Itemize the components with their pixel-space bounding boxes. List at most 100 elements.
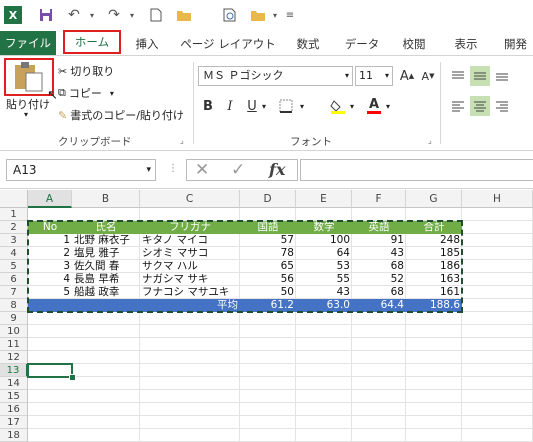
tab-data[interactable]: データ — [340, 34, 384, 54]
align-middle-icon — [474, 72, 486, 80]
row-header-7[interactable]: 7 — [0, 286, 28, 299]
name-box[interactable]: A13 ▾ — [6, 159, 156, 181]
copy-button[interactable]: ⧉ コピー ▾ — [58, 85, 114, 101]
align-top-button[interactable] — [448, 66, 468, 86]
font-name-select[interactable]: ＭＳ Ｐゴシック ▾ — [198, 66, 353, 86]
print-preview-icon[interactable] — [220, 5, 240, 25]
row-header-12[interactable]: 12 — [0, 351, 28, 364]
cut-label: 切り取り — [70, 65, 115, 78]
shrink-font-button[interactable]: A ▼ — [418, 66, 438, 86]
undo-icon[interactable]: ↶ — [64, 5, 84, 25]
row-header-17[interactable]: 17 — [0, 416, 28, 429]
copy-icon: ⧉ — [58, 86, 66, 99]
tab-review[interactable]: 校閲 — [396, 34, 432, 54]
row-header-11[interactable]: 11 — [0, 338, 28, 351]
align-bottom-button[interactable] — [492, 66, 512, 86]
formula-buttons: ✕ ✓ fx — [186, 159, 298, 181]
gridline — [28, 402, 533, 403]
copy-label: コピー — [68, 87, 102, 100]
open-folder-icon[interactable] — [174, 5, 194, 25]
tab-page-layout[interactable]: ページ レイアウト — [180, 34, 276, 54]
font-color-button[interactable]: A — [364, 96, 384, 116]
clipboard-launcher-icon[interactable]: ⌟ — [180, 136, 184, 145]
customize-qat-icon[interactable]: ≡ — [280, 5, 300, 25]
tab-developer[interactable]: 開発 — [504, 34, 533, 54]
row-header-13[interactable]: 13 — [0, 364, 28, 377]
row-header-8[interactable]: 8 — [0, 299, 28, 312]
name-box-value: A13 — [13, 163, 37, 177]
format-painter-label: 書式のコピー/貼り付け — [70, 109, 184, 122]
gridline — [28, 363, 533, 364]
tab-formulas[interactable]: 数式 — [288, 34, 328, 54]
font-group-label: フォント — [290, 136, 332, 148]
format-painter-button[interactable]: ✎ 書式のコピー/貼り付け — [58, 107, 184, 123]
bold-button[interactable]: B — [198, 96, 218, 116]
row-header-4[interactable]: 4 — [0, 247, 28, 260]
row-header-1[interactable]: 1 — [0, 208, 28, 221]
cancel-icon[interactable]: ✕ — [195, 160, 209, 180]
font-color-dropdown-icon[interactable]: ▾ — [386, 102, 390, 111]
row-header-14[interactable]: 14 — [0, 377, 28, 390]
cut-button[interactable]: ✂ 切り取り — [58, 63, 114, 79]
copy-dropdown-icon[interactable]: ▾ — [110, 89, 114, 98]
font-launcher-icon[interactable]: ⌟ — [428, 136, 432, 145]
new-file-icon[interactable] — [146, 5, 166, 25]
fill-handle[interactable] — [69, 374, 76, 381]
group-separator — [193, 62, 194, 144]
fill-color-button[interactable] — [328, 96, 348, 116]
column-header-f[interactable]: F — [352, 190, 406, 208]
chevron-down-icon: ▾ — [384, 71, 389, 80]
column-header-e[interactable]: E — [296, 190, 352, 208]
tab-insert[interactable]: 挿入 — [128, 34, 166, 54]
column-header-c[interactable]: C — [140, 190, 240, 208]
tab-file[interactable]: ファイル — [0, 31, 56, 55]
gridline — [28, 350, 533, 351]
column-header-h[interactable]: H — [462, 190, 533, 208]
align-middle-button[interactable] — [470, 66, 490, 86]
column-header-a[interactable]: A — [28, 190, 72, 208]
grow-font-button[interactable]: A ▲ — [397, 66, 417, 86]
tab-view[interactable]: 表示 — [448, 34, 484, 54]
row-header-16[interactable]: 16 — [0, 403, 28, 416]
row-header-9[interactable]: 9 — [0, 312, 28, 325]
column-header-d[interactable]: D — [240, 190, 296, 208]
align-left-button[interactable] — [448, 96, 468, 116]
row-header-15[interactable]: 15 — [0, 390, 28, 403]
underline-button[interactable]: U — [242, 96, 262, 116]
insert-function-icon[interactable]: fx — [269, 160, 285, 179]
formula-input[interactable] — [300, 159, 533, 181]
italic-button[interactable]: I — [220, 96, 240, 116]
underline-dropdown-icon[interactable]: ▾ — [262, 102, 266, 111]
active-cell[interactable] — [27, 363, 73, 378]
row-header-6[interactable]: 6 — [0, 273, 28, 286]
row-header-2[interactable]: 2 — [0, 221, 28, 234]
font-size-select[interactable]: 11 ▾ — [355, 66, 393, 86]
undo-dropdown-icon[interactable]: ▾ — [82, 5, 102, 25]
align-bottom-icon — [496, 73, 508, 81]
save-icon[interactable] — [36, 5, 56, 25]
row-header-18[interactable]: 18 — [0, 429, 28, 442]
redo-dropdown-icon[interactable]: ▾ — [122, 5, 142, 25]
worksheet-grid[interactable]: ABCDEFGH 1 2 3 4 5 6 7 8 9 10 11 12 13 14 15 16 17 18 No 氏… — [0, 190, 533, 442]
borders-dropdown-icon[interactable]: ▾ — [300, 102, 304, 111]
fill-color-dropdown-icon[interactable]: ▾ — [350, 102, 354, 111]
column-header-b[interactable]: B — [72, 190, 140, 208]
chevron-down-icon: ▾ — [146, 165, 151, 175]
chevron-down-icon: ▾ — [344, 71, 349, 80]
formula-bar-area: A13 ▾ ⋮ ✕ ✓ fx — [0, 151, 533, 189]
row-header-10[interactable]: 10 — [0, 325, 28, 338]
align-top-icon — [452, 71, 464, 79]
enter-icon[interactable]: ✓ — [231, 160, 245, 180]
redo-icon[interactable]: ↷ — [104, 5, 124, 25]
select-all-corner[interactable] — [0, 190, 28, 208]
paint-bucket-icon — [330, 100, 345, 114]
row-header-3[interactable]: 3 — [0, 234, 28, 247]
align-right-button[interactable] — [492, 96, 512, 116]
align-center-button[interactable] — [470, 96, 490, 116]
row-header-5[interactable]: 5 — [0, 260, 28, 273]
gridline — [28, 324, 533, 325]
tab-home[interactable]: ホーム — [63, 30, 121, 54]
borders-button[interactable] — [276, 96, 296, 116]
paste-dropdown-icon[interactable]: ▾ — [24, 110, 28, 119]
column-header-g[interactable]: G — [406, 190, 462, 208]
